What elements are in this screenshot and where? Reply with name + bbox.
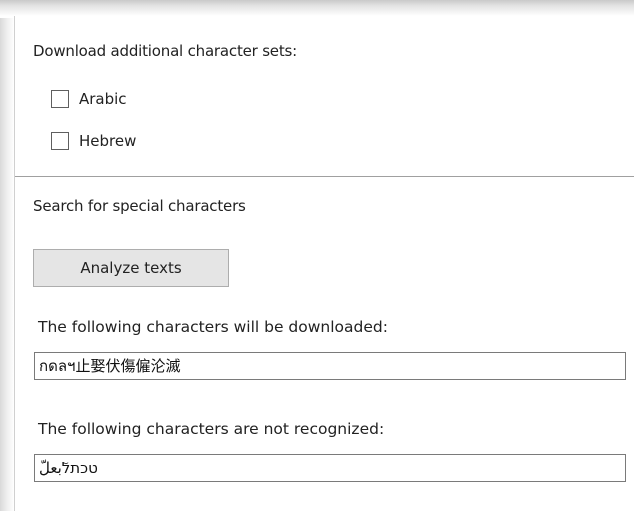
character-sets-panel: Download additional character sets: Arab…: [14, 16, 634, 511]
search-section-title: Search for special characters: [33, 197, 246, 215]
download-section-title: Download additional character sets:: [33, 42, 297, 60]
hebrew-checkbox[interactable]: [51, 132, 69, 150]
checkbox-row-arabic[interactable]: Arabic: [51, 90, 127, 108]
hebrew-label: Hebrew: [79, 132, 137, 150]
section-divider: [15, 176, 634, 177]
checkbox-row-hebrew[interactable]: Hebrew: [51, 132, 136, 150]
arabic-label: Arabic: [79, 90, 127, 108]
analyze-texts-button[interactable]: Analyze texts: [33, 249, 229, 287]
downloaded-characters-label: The following characters will be downloa…: [38, 318, 388, 336]
not-recognized-characters-label: The following characters are not recogni…: [38, 420, 385, 438]
not-recognized-characters-field[interactable]: טכתלٓبعلّ: [34, 454, 626, 482]
arabic-checkbox[interactable]: [51, 90, 69, 108]
downloaded-characters-field[interactable]: กดลฯ止娶伏傷僱沦滅: [34, 352, 626, 380]
